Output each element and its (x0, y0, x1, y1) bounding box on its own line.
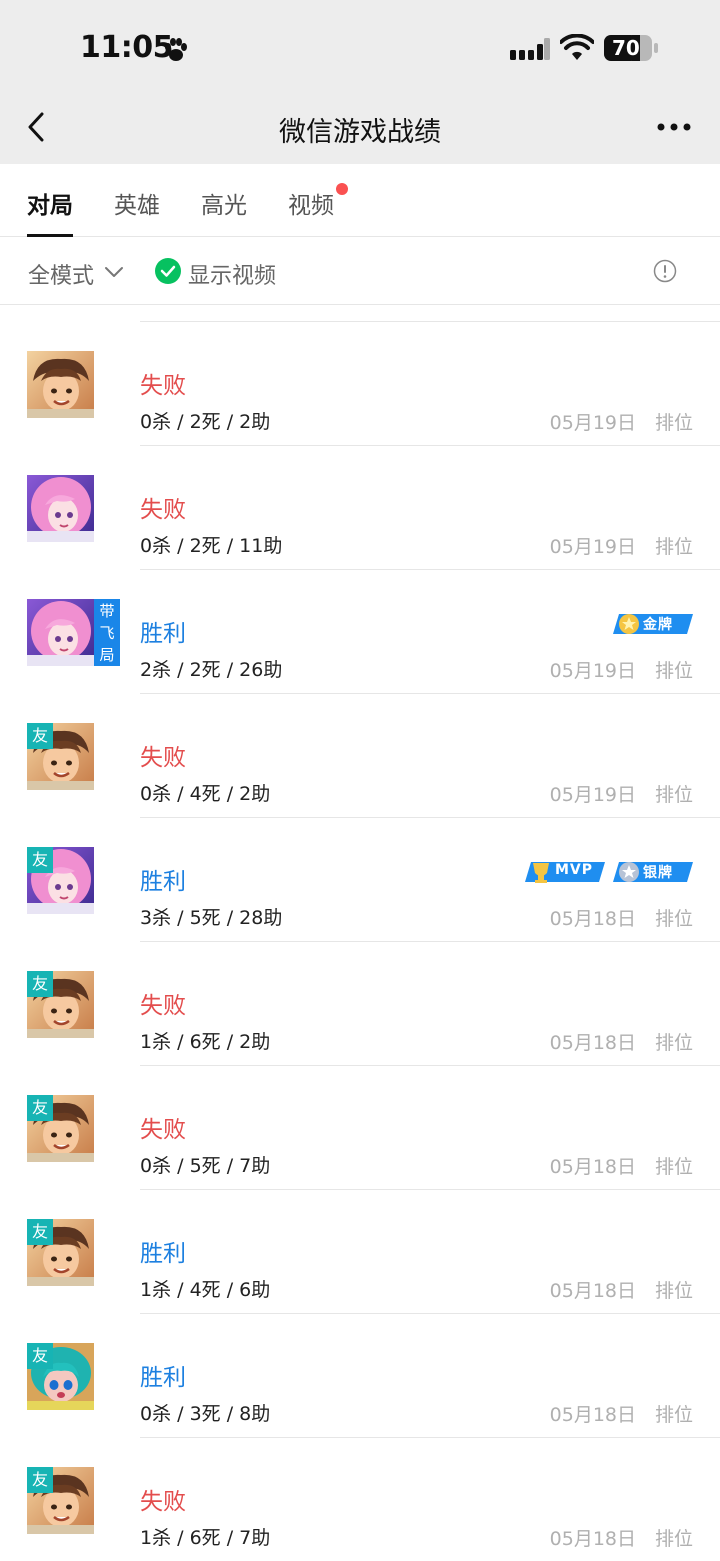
badge-label: MVP (555, 862, 594, 878)
tab-highlights[interactable]: 高光 (201, 186, 247, 220)
match-row[interactable]: 友失败 0杀 / 5死 / 7助 05月18日 排位 (0, 1066, 720, 1190)
kda-stats: 1杀 / 6死 / 7助 (140, 1527, 271, 1549)
medal-badge: 金牌 (613, 611, 693, 637)
more-icon[interactable] (656, 120, 692, 134)
tab-heroes[interactable]: 英雄 (114, 186, 160, 220)
checkmark-circle-icon[interactable] (154, 257, 182, 285)
match-mode: 排位 (654, 784, 693, 806)
kda-stats: 1杀 / 4死 / 6助 (140, 1279, 271, 1301)
match-mode: 排位 (654, 908, 693, 930)
match-result: 胜利 (140, 1241, 186, 1267)
filter-bar: 全模式 显示视频 (0, 237, 720, 305)
badge-group: 金牌 (613, 611, 693, 641)
wifi-icon (560, 34, 594, 60)
match-date: 05月18日 (549, 1280, 636, 1302)
hero-avatar (27, 475, 94, 542)
match-result: 胜利 (140, 621, 186, 647)
kda-stats: 0杀 / 2死 / 2助 (140, 411, 271, 433)
badge-label: 银牌 (643, 865, 673, 881)
mode-filter[interactable]: 全模式 (28, 258, 94, 290)
medal-badge: 银牌 (613, 859, 693, 885)
match-result: 失败 (140, 993, 186, 1019)
kda-stats: 3杀 / 5死 / 28助 (140, 907, 283, 929)
match-mode: 排位 (654, 536, 693, 558)
match-date: 05月18日 (549, 1404, 636, 1426)
hero-avatar (27, 599, 94, 666)
friend-tag: 友 (27, 1343, 53, 1369)
kda-stats: 0杀 / 5死 / 7助 (140, 1155, 271, 1177)
match-date: 05月18日 (549, 1032, 636, 1054)
kda-stats: 1杀 / 6死 / 2助 (140, 1031, 271, 1053)
match-result: 失败 (140, 1117, 186, 1143)
match-date: 05月18日 (549, 908, 636, 930)
kda-stats: 2杀 / 2死 / 26助 (140, 659, 283, 681)
match-date: 05月19日 (549, 660, 636, 682)
match-mode: 排位 (654, 1280, 693, 1302)
kda-stats: 0杀 / 3死 / 8助 (140, 1403, 271, 1425)
cellular-signal-icon (510, 38, 550, 60)
match-row[interactable]: 失败 0杀 / 2死 / 2助 05月19日 排位 (0, 322, 720, 446)
nav-bar: 微信游戏战绩 (0, 90, 720, 164)
match-row[interactable]: 友胜利 0杀 / 3死 / 8助 05月18日 排位 (0, 1314, 720, 1438)
friend-tag: 友 (27, 1467, 53, 1493)
status-time: 11:05 (80, 30, 174, 65)
match-row[interactable]: 友胜利 1杀 / 4死 / 6助 05月18日 排位 (0, 1190, 720, 1314)
match-row[interactable]: 友失败 1杀 / 6死 / 2助 05月18日 排位 (0, 942, 720, 1066)
match-result: 失败 (140, 745, 186, 771)
kda-stats: 0杀 / 2死 / 11助 (140, 535, 283, 557)
chevron-down-icon[interactable] (104, 265, 124, 279)
battery-level: 70 (612, 36, 640, 60)
tab-bar: 对局 英雄 高光 视频 (0, 164, 720, 237)
match-result: 失败 (140, 497, 186, 523)
tab-matches[interactable]: 对局 (27, 186, 73, 220)
match-date: 05月19日 (549, 412, 636, 434)
match-date: 05月18日 (549, 1528, 636, 1550)
page-title: 微信游戏战绩 (279, 117, 441, 148)
friend-tag: 友 (27, 723, 53, 749)
match-mode: 排位 (654, 1528, 693, 1550)
tab-videos[interactable]: 视频 (288, 186, 334, 220)
carry-tag: 带飞局 (94, 599, 120, 666)
friend-tag: 友 (27, 847, 53, 873)
match-result: 胜利 (140, 1365, 186, 1391)
show-video-toggle[interactable]: 显示视频 (188, 258, 276, 290)
match-row[interactable]: 失败 0杀 / 2死 / 11助 05月19日 排位 (0, 446, 720, 570)
match-mode: 排位 (654, 1404, 693, 1426)
match-date: 05月19日 (549, 784, 636, 806)
friend-tag: 友 (27, 971, 53, 997)
match-mode: 排位 (654, 1156, 693, 1178)
hero-avatar (27, 351, 94, 418)
match-result: 失败 (140, 1489, 186, 1515)
match-date: 05月18日 (549, 1156, 636, 1178)
info-icon[interactable] (653, 259, 677, 283)
match-row[interactable]: 友失败 1杀 / 6死 / 7助 05月18日 排位 (0, 1438, 720, 1561)
match-row[interactable]: 带飞局胜利 2杀 / 2死 / 26助 05月19日 排位 金牌 (0, 570, 720, 694)
match-mode: 排位 (654, 1032, 693, 1054)
match-date: 05月19日 (549, 536, 636, 558)
match-mode: 排位 (654, 412, 693, 434)
badge-label: 金牌 (643, 617, 673, 633)
match-result: 失败 (140, 373, 186, 399)
match-mode: 排位 (654, 660, 693, 682)
match-row[interactable]: 友失败 0杀 / 4死 / 2助 05月19日 排位 (0, 694, 720, 818)
mvp-badge: MVP (525, 859, 605, 885)
paw-icon (165, 38, 187, 61)
kda-stats: 0杀 / 4死 / 2助 (140, 783, 271, 805)
friend-tag: 友 (27, 1095, 53, 1121)
notification-dot (336, 183, 348, 195)
match-result: 胜利 (140, 869, 186, 895)
badge-group: MVP 银牌 (525, 859, 693, 889)
match-row[interactable]: 友胜利 3杀 / 5死 / 28助 05月18日 排位 MVP 银牌 (0, 818, 720, 942)
friend-tag: 友 (27, 1219, 53, 1245)
status-bar: 11:05 70 (0, 0, 720, 90)
battery-icon: 70 (604, 35, 658, 61)
